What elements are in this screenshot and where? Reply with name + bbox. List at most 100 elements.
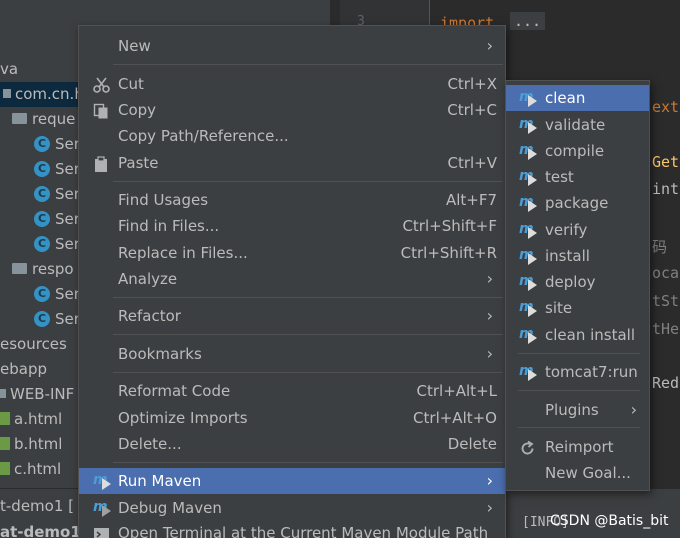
menu-separator: [518, 353, 640, 354]
class-icon: C: [34, 285, 50, 302]
package-icon: [3, 89, 11, 98]
tree-row[interactable]: C Ser: [34, 282, 80, 307]
menu-item-label: Find Usages: [118, 191, 209, 209]
tree-row[interactable]: va: [0, 57, 18, 82]
code-fragment: Get: [652, 153, 680, 171]
menu-item-new[interactable]: New ›: [79, 33, 505, 59]
tree-row[interactable]: esources: [0, 332, 67, 357]
maven-goal-install[interactable]: m install: [506, 243, 649, 269]
maven-goal-label: clean install: [545, 326, 636, 344]
menu-separator: [113, 181, 503, 182]
maven-run-icon: m: [519, 327, 537, 344]
tree-row[interactable]: C Ser: [34, 207, 80, 232]
maven-run-icon: m: [519, 222, 537, 239]
menu-item-shortcut: Ctrl+Shift+F: [402, 217, 497, 235]
menu-item-shortcut: Ctrl+Shift+R: [400, 244, 497, 262]
tree-row[interactable]: C Ser: [34, 157, 80, 182]
menu-item-find-in-files[interactable]: Find in Files... Ctrl+Shift+F: [79, 213, 505, 239]
maven-goal-label: deploy: [545, 273, 596, 291]
menu-item-reimport[interactable]: Reimport: [506, 434, 649, 460]
menu-item-label: Cut: [118, 75, 144, 93]
maven-goal-clean-install[interactable]: m clean install: [506, 322, 649, 348]
folder-icon: [0, 389, 6, 398]
menu-item-optimize-imports[interactable]: Optimize Imports Ctrl+Alt+O: [79, 405, 505, 431]
menu-item-shortcut: Ctrl+X: [447, 75, 497, 93]
menu-item-cut[interactable]: Cut Ctrl+X: [79, 71, 505, 97]
tree-row-selected-package[interactable]: com.cn.h: [0, 82, 84, 107]
tree-row[interactable]: reque: [12, 107, 75, 132]
tree-row-label: Ser: [55, 185, 80, 203]
chevron-right-icon: ›: [486, 344, 493, 363]
code-fragment: tHe: [652, 320, 680, 338]
html-file-icon: [0, 412, 10, 425]
class-icon: C: [34, 235, 50, 252]
menu-item-label: Find in Files...: [118, 217, 220, 235]
tree-row[interactable]: WEB-INF: [0, 382, 74, 407]
maven-goal-package[interactable]: m package: [506, 190, 649, 216]
tree-row-label: a.html: [14, 410, 63, 428]
maven-goal-test[interactable]: m test: [506, 164, 649, 190]
maven-goal-validate[interactable]: m validate: [506, 112, 649, 138]
menu-item-label: Refactor: [118, 307, 181, 325]
menu-item-refactor[interactable]: Refactor ›: [79, 303, 505, 329]
menu-item-replace-in-files[interactable]: Replace in Files... Ctrl+Shift+R: [79, 240, 505, 266]
menu-item-reformat-code[interactable]: Reformat Code Ctrl+Alt+L: [79, 378, 505, 404]
menu-item-debug-maven[interactable]: m Debug Maven ›: [79, 495, 505, 521]
menu-item-label: Plugins: [545, 401, 599, 419]
code-fragment: ext: [652, 98, 680, 116]
menu-item-paste[interactable]: Paste Ctrl+V: [79, 150, 505, 176]
menu-item-label: Run Maven: [118, 472, 202, 490]
maven-goal-verify[interactable]: m verify: [506, 217, 649, 243]
menu-item-shortcut: Ctrl+C: [447, 101, 497, 119]
menu-item-label: Paste: [118, 154, 159, 172]
maven-goal-tomcat7-run[interactable]: m tomcat7:run: [506, 359, 649, 385]
class-icon: C: [34, 310, 50, 327]
tree-row[interactable]: c.html: [0, 457, 61, 482]
menu-item-label: Delete...: [118, 435, 182, 453]
maven-goal-site[interactable]: m site: [506, 295, 649, 321]
menu-item-label: Reimport: [545, 438, 614, 456]
tree-row-label: va: [0, 60, 19, 78]
menu-item-copy-path[interactable]: Copy Path/Reference...: [79, 123, 505, 149]
menu-item-plugins[interactable]: Plugins ›: [506, 397, 649, 423]
run-tab[interactable]: t-demo1 [: [0, 497, 74, 515]
menu-item-analyze[interactable]: Analyze ›: [79, 266, 505, 292]
tree-row-label: b.html: [14, 435, 63, 453]
tree-row[interactable]: b.html: [0, 432, 62, 457]
menu-item-label: Debug Maven: [118, 499, 222, 517]
folded-imports[interactable]: ...: [510, 12, 546, 30]
maven-goal-deploy[interactable]: m deploy: [506, 269, 649, 295]
tree-row[interactable]: respo: [12, 257, 74, 282]
run-tab[interactable]: at-demo1: [0, 523, 81, 538]
menu-separator: [113, 462, 503, 463]
menu-item-bookmarks[interactable]: Bookmarks ›: [79, 341, 505, 367]
tree-row[interactable]: C Ser: [34, 132, 80, 157]
maven-run-icon: m: [519, 117, 537, 134]
tree-row[interactable]: a.html: [0, 407, 62, 432]
menu-separator: [113, 297, 503, 298]
menu-item-open-terminal[interactable]: Open Terminal at the Current Maven Modul…: [79, 520, 505, 538]
maven-goal-label: install: [545, 247, 590, 265]
tree-row-label: respo: [32, 260, 74, 278]
maven-goal-clean[interactable]: m clean: [506, 85, 649, 111]
maven-run-icon: m: [519, 143, 537, 160]
menu-item-label: Open Terminal at the Current Maven Modul…: [118, 524, 489, 538]
menu-item-label: Optimize Imports: [118, 409, 248, 427]
tree-row[interactable]: ebapp: [0, 357, 47, 382]
html-file-icon: [0, 462, 10, 475]
code-fragment: 码: [652, 238, 668, 256]
tree-row[interactable]: C Ser: [34, 232, 80, 257]
maven-goal-compile[interactable]: m compile: [506, 138, 649, 164]
menu-item-run-maven[interactable]: m Run Maven ›: [79, 468, 505, 494]
menu-item-find-usages[interactable]: Find Usages Alt+F7: [79, 187, 505, 213]
maven-run-icon: m: [519, 364, 537, 381]
menu-item-new-goal[interactable]: New Goal...: [506, 460, 649, 486]
menu-item-shortcut: Ctrl+Alt+O: [413, 409, 497, 427]
maven-run-icon: m: [519, 274, 537, 291]
maven-run-icon: m: [93, 473, 111, 490]
menu-item-delete[interactable]: Delete... Delete: [79, 431, 505, 457]
tree-row-label: Ser: [55, 235, 80, 253]
tree-row[interactable]: C Ser: [34, 307, 80, 332]
tree-row[interactable]: C Ser: [34, 182, 80, 207]
menu-item-copy[interactable]: Copy Ctrl+C: [79, 97, 505, 123]
